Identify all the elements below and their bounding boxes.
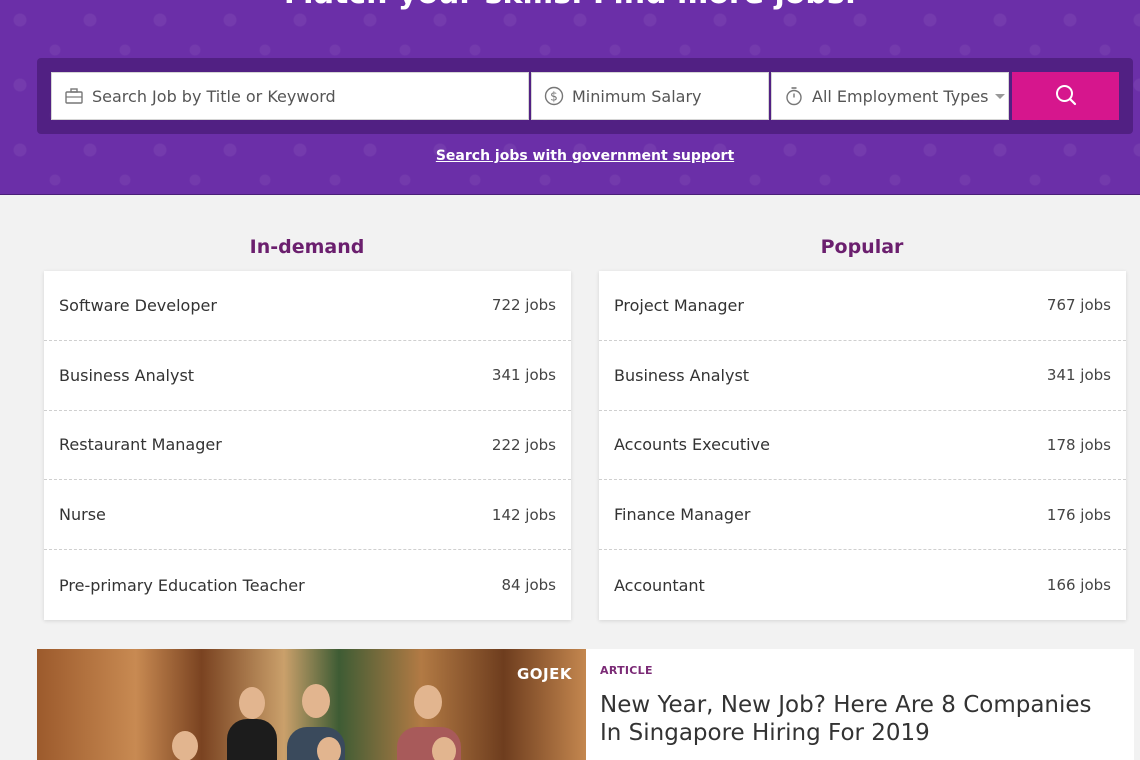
- job-count: 222 jobs: [491, 435, 556, 454]
- list-item[interactable]: Finance Manager 176 jobs: [599, 480, 1126, 551]
- job-title: Accounts Executive: [614, 435, 770, 455]
- keyword-placeholder: Search Job by Title or Keyword: [92, 86, 336, 106]
- job-title: Nurse: [59, 505, 106, 525]
- job-count: 341 jobs: [1046, 366, 1111, 385]
- dollar-icon: $: [544, 86, 564, 106]
- in-demand-list: Software Developer 722 jobs Business Ana…: [44, 271, 571, 620]
- stopwatch-icon: [784, 86, 804, 106]
- article-card[interactable]: ARTICLE New Year, New Job? Here Are 8 Co…: [586, 649, 1134, 760]
- job-title: Restaurant Manager: [59, 435, 222, 455]
- job-count: 722 jobs: [491, 296, 556, 315]
- list-item[interactable]: Software Developer 722 jobs: [44, 271, 571, 341]
- list-item[interactable]: Restaurant Manager 222 jobs: [44, 411, 571, 481]
- list-item[interactable]: Accountant 166 jobs: [599, 550, 1126, 620]
- job-count: 84 jobs: [501, 576, 556, 595]
- keyword-search-input[interactable]: Search Job by Title or Keyword: [51, 72, 529, 120]
- job-count: 142 jobs: [491, 505, 556, 524]
- job-title: Pre-primary Education Teacher: [59, 575, 305, 595]
- hero-title: Match your skills. Find more jobs.: [0, 0, 1140, 11]
- employment-type-select[interactable]: All Employment Types: [771, 72, 1009, 120]
- list-item[interactable]: Business Analyst 341 jobs: [599, 341, 1126, 411]
- job-count: 176 jobs: [1046, 505, 1111, 524]
- list-item[interactable]: Accounts Executive 178 jobs: [599, 411, 1126, 481]
- briefcase-icon: [64, 86, 84, 106]
- search-icon: [1054, 83, 1078, 110]
- article-title[interactable]: New Year, New Job? Here Are 8 Companies …: [600, 691, 1120, 747]
- list-item[interactable]: Business Analyst 341 jobs: [44, 341, 571, 411]
- job-title: Project Manager: [614, 295, 744, 315]
- search-button[interactable]: [1012, 72, 1119, 120]
- popular-heading: Popular: [820, 236, 904, 258]
- job-count: 767 jobs: [1046, 296, 1111, 315]
- job-count: 178 jobs: [1046, 435, 1111, 454]
- government-support-link[interactable]: Search jobs with government support: [0, 148, 1140, 164]
- list-item[interactable]: Project Manager 767 jobs: [599, 271, 1126, 341]
- job-title: Finance Manager: [614, 505, 751, 525]
- job-title: Accountant: [614, 575, 705, 595]
- article-tag: ARTICLE: [600, 664, 653, 677]
- employment-type-value: All Employment Types: [812, 86, 989, 106]
- list-item[interactable]: Pre-primary Education Teacher 84 jobs: [44, 550, 571, 620]
- salary-placeholder: Minimum Salary: [572, 86, 702, 106]
- job-title: Business Analyst: [59, 365, 195, 385]
- svg-text:$: $: [550, 90, 558, 104]
- job-count: 166 jobs: [1046, 576, 1111, 595]
- list-item[interactable]: Nurse 142 jobs: [44, 480, 571, 551]
- search-bar: Search Job by Title or Keyword $ Minimum…: [37, 58, 1133, 134]
- article-image[interactable]: GOJEK: [37, 649, 586, 760]
- popular-list: Project Manager 767 jobs Business Analys…: [599, 271, 1126, 620]
- in-demand-heading: In-demand: [249, 236, 365, 258]
- hero-banner: Match your skills. Find more jobs. Searc…: [0, 0, 1140, 195]
- job-title: Business Analyst: [614, 365, 750, 385]
- job-title: Software Developer: [59, 295, 217, 315]
- minimum-salary-input[interactable]: $ Minimum Salary: [531, 72, 769, 120]
- job-count: 341 jobs: [491, 366, 556, 385]
- gojek-logo: GOJEK: [516, 665, 572, 683]
- chevron-down-icon: [994, 93, 1005, 99]
